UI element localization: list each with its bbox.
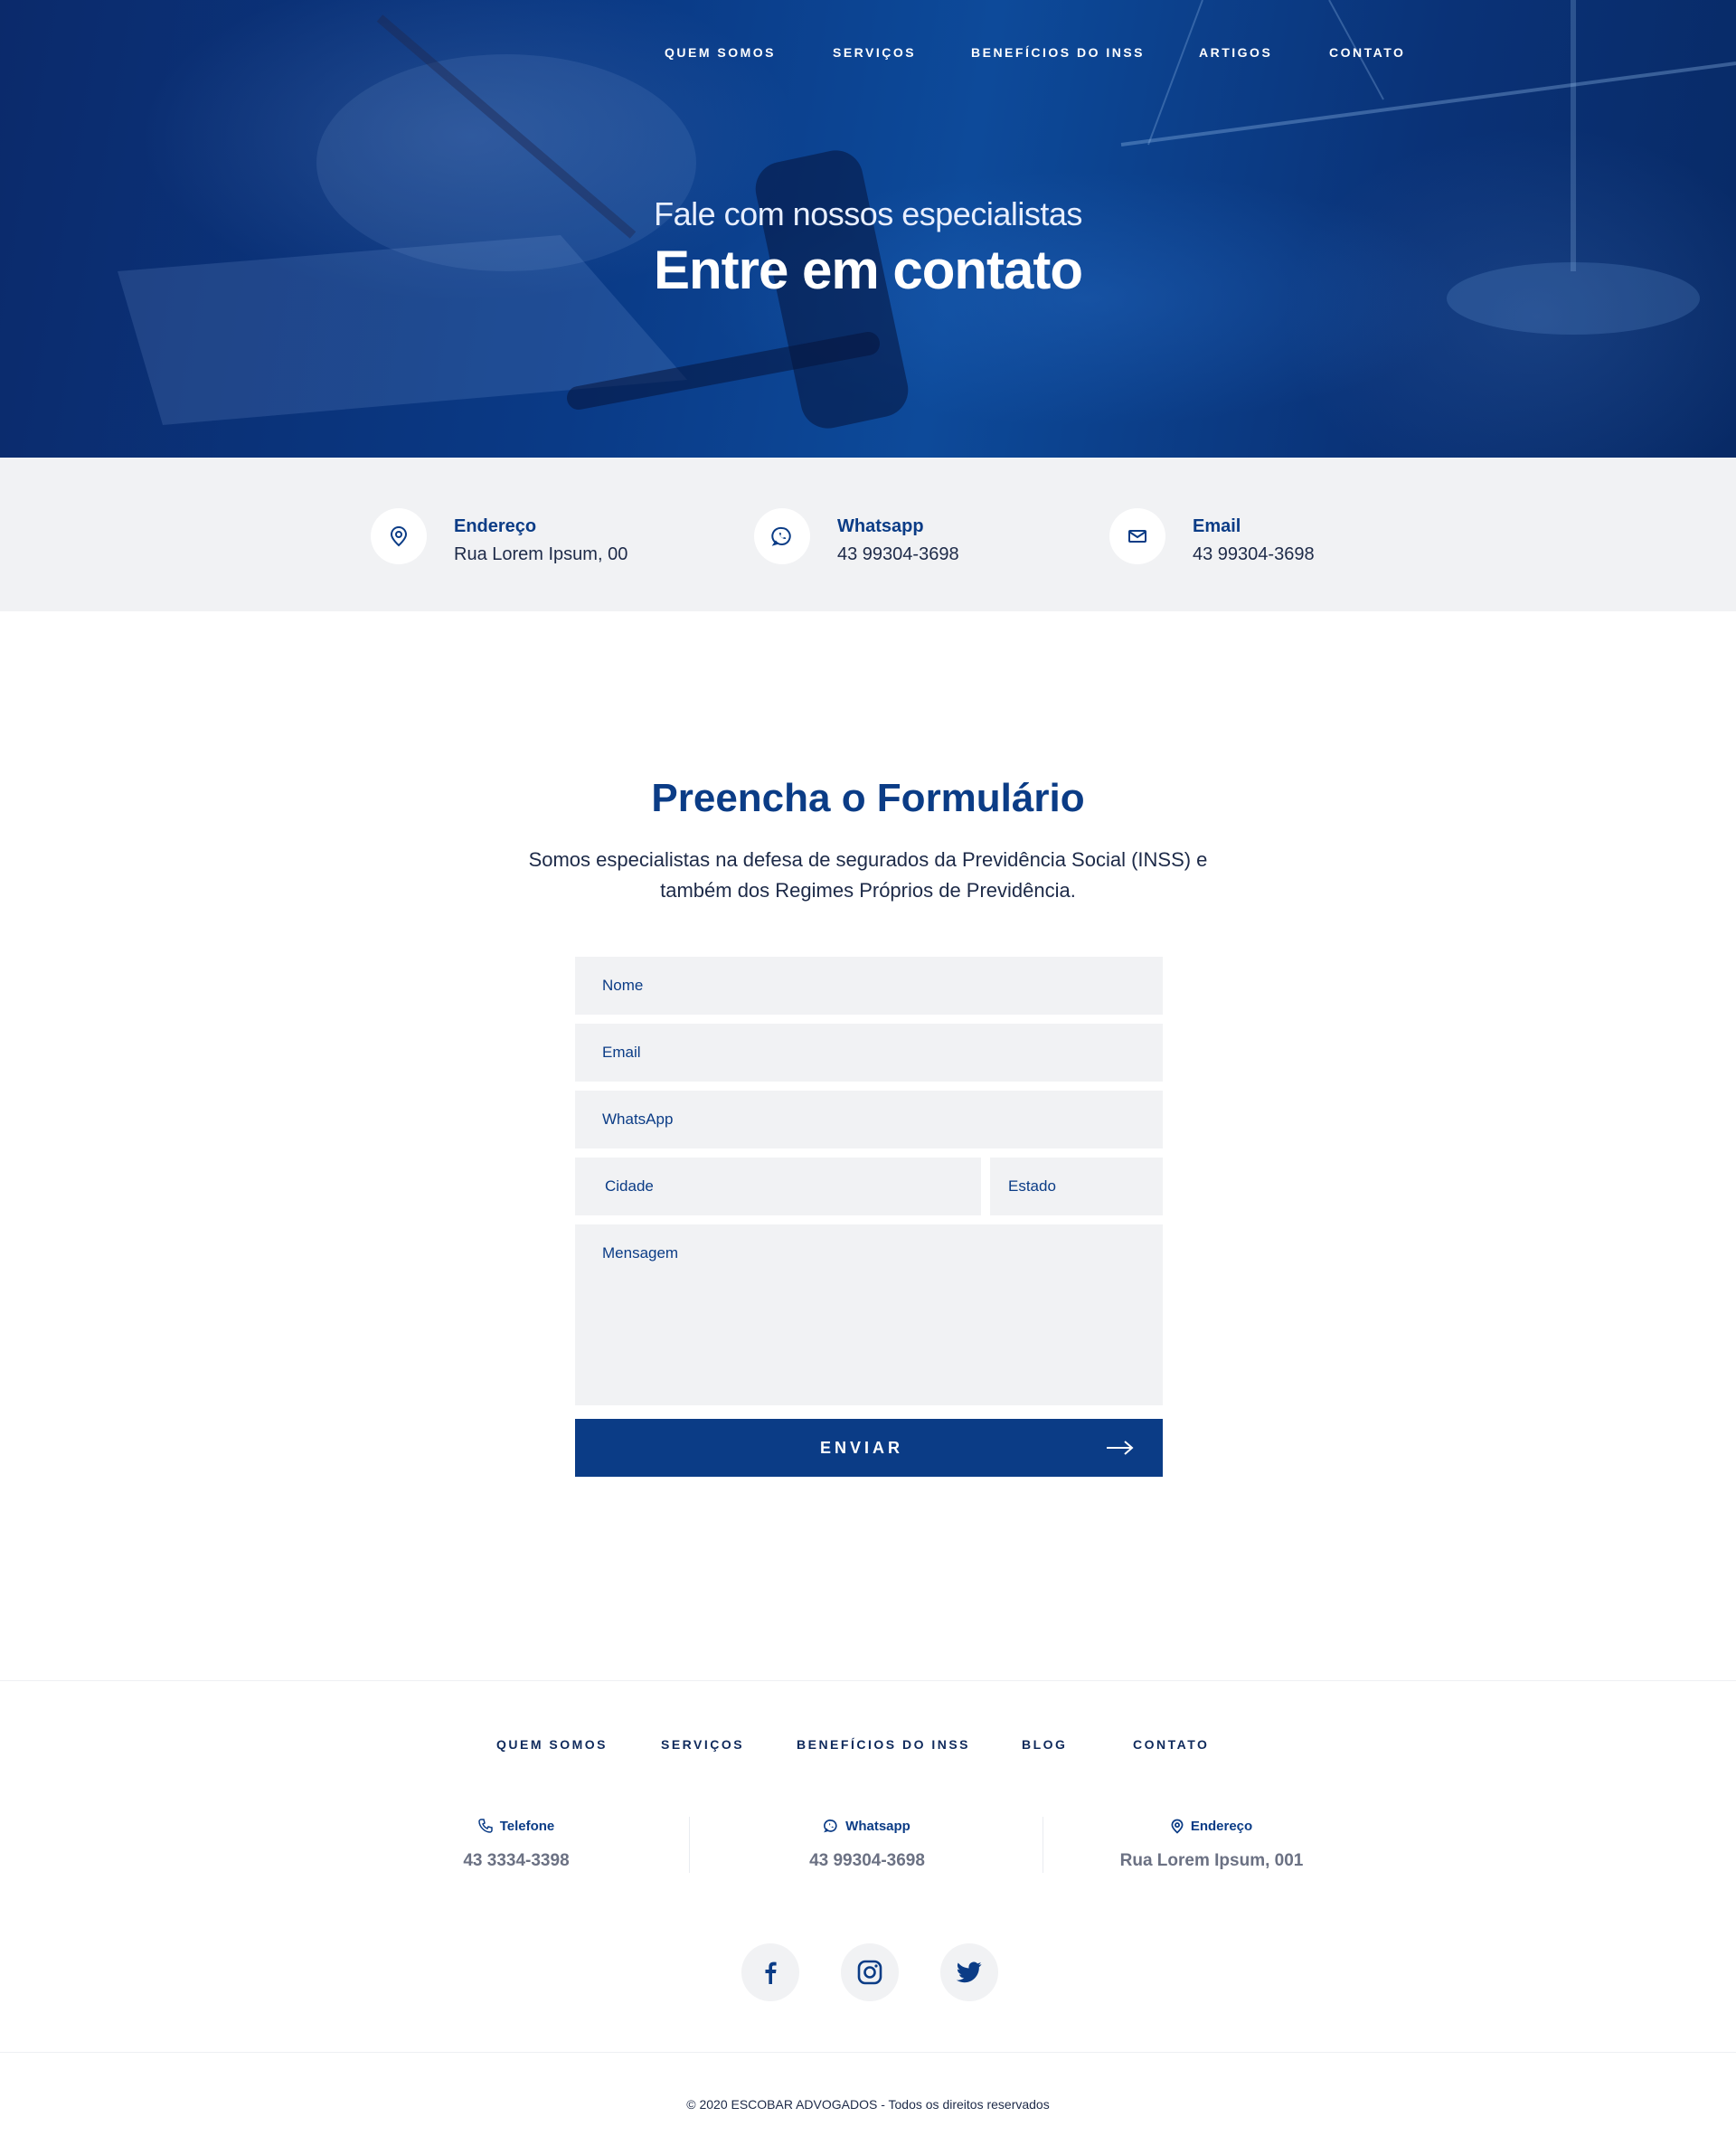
footer-divider	[0, 2052, 1736, 2053]
footer-nav-quem-somos[interactable]: QUEM SOMOS	[496, 1737, 608, 1752]
footer-nav-contato[interactable]: CONTATO	[1133, 1737, 1209, 1752]
twitter-icon[interactable]	[940, 1943, 998, 2001]
footer-address-value: Rua Lorem Ipsum, 001	[1119, 1851, 1304, 1870]
email-input[interactable]	[575, 1024, 1163, 1082]
map-pin-icon	[1171, 1819, 1184, 1834]
contact-email-label: Email	[1193, 516, 1241, 536]
contact-whatsapp-value: 43 99304-3698	[837, 544, 959, 564]
contact-info-strip: Endereço Rua Lorem Ipsum, 00 Whatsapp 43…	[0, 458, 1736, 611]
footer-divider	[689, 1817, 690, 1873]
top-navigation: QUEM SOMOS SERVIÇOS BENEFÍCIOS DO INSS A…	[0, 45, 1736, 63]
footer-whatsapp-label: Whatsapp	[845, 1818, 910, 1834]
footer-whatsapp: Whatsapp 43 99304-3698	[695, 1817, 1039, 1871]
site-footer: QUEM SOMOS SERVIÇOS BENEFÍCIOS DO INSS B…	[0, 1680, 1736, 2136]
contact-address-value: Rua Lorem Ipsum, 00	[454, 544, 628, 564]
form-description: Somos especialistas na defesa de segurad…	[528, 848, 1208, 902]
copyright-text: © 2020 ESCOBAR ADVOGADOS - Todos os dire…	[686, 2097, 1050, 2112]
footer-phone: Telefone 43 3334-3398	[344, 1817, 688, 1871]
contact-email-value: 43 99304-3698	[1193, 544, 1315, 564]
hero-title: Entre em contato	[653, 240, 1083, 300]
hero-banner: QUEM SOMOS SERVIÇOS BENEFÍCIOS DO INSS A…	[0, 0, 1736, 458]
footer-phone-label: Telefone	[499, 1818, 555, 1834]
facebook-icon[interactable]	[741, 1943, 799, 2001]
submit-button[interactable]: ENVIAR	[575, 1419, 1163, 1477]
nav-beneficios-inss[interactable]: BENEFÍCIOS DO INSS	[971, 45, 1145, 60]
message-textarea[interactable]	[575, 1224, 1163, 1405]
whatsapp-icon	[824, 1819, 837, 1833]
footer-nav-beneficios-inss[interactable]: BENEFÍCIOS DO INSS	[797, 1737, 970, 1752]
phone-icon	[477, 1819, 493, 1833]
nav-artigos[interactable]: ARTIGOS	[1199, 45, 1272, 60]
footer-nav-blog[interactable]: BLOG	[1022, 1737, 1067, 1752]
arrow-right-icon	[1107, 1441, 1134, 1455]
nav-contato[interactable]: CONTATO	[1329, 45, 1405, 60]
state-input[interactable]	[990, 1158, 1163, 1215]
contact-whatsapp-label: Whatsapp	[837, 516, 924, 536]
city-input[interactable]	[575, 1158, 981, 1215]
footer-phone-value: 43 3334-3398	[463, 1851, 570, 1870]
footer-nav-servicos[interactable]: SERVIÇOS	[661, 1737, 744, 1752]
mail-icon	[1109, 508, 1165, 564]
map-pin-icon	[371, 508, 427, 564]
footer-address-label: Endereço	[1190, 1818, 1253, 1834]
form-title: Preencha o Formulário	[651, 776, 1085, 820]
contact-form-section: Preencha o Formulário Somos especialista…	[0, 611, 1736, 1680]
nav-servicos[interactable]: SERVIÇOS	[833, 45, 916, 60]
submit-button-label: ENVIAR	[819, 1439, 903, 1457]
whatsapp-icon	[754, 508, 810, 564]
footer-whatsapp-value: 43 99304-3698	[809, 1851, 925, 1870]
instagram-icon[interactable]	[841, 1943, 899, 2001]
contact-address-label: Endereço	[454, 516, 537, 536]
footer-address: Endereço Rua Lorem Ipsum, 001	[1040, 1817, 1383, 1871]
whatsapp-input[interactable]	[575, 1091, 1163, 1148]
hero-subtitle: Fale com nossos especialistas	[654, 195, 1082, 232]
nav-quem-somos[interactable]: QUEM SOMOS	[665, 45, 776, 60]
name-input[interactable]	[575, 957, 1163, 1015]
